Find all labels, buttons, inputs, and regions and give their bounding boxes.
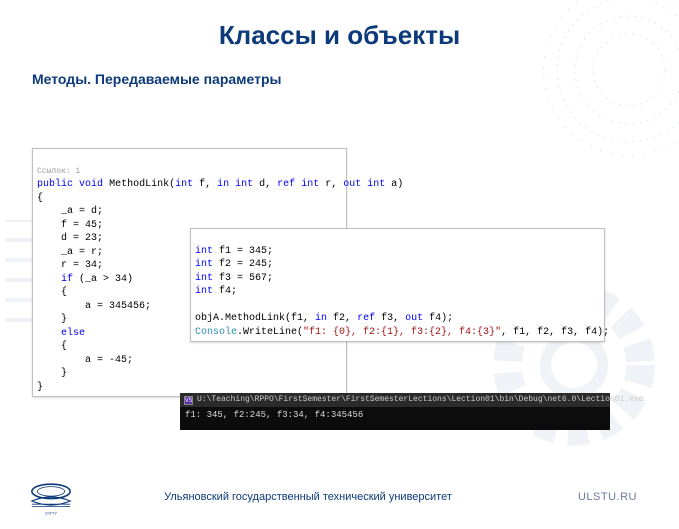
code-snippet-caller: int f1 = 345; int f2 = 245; int f3 = 567…: [190, 228, 605, 342]
references-label: Ссылок: 1: [37, 167, 80, 176]
footer: УлГТУ Ульяновский государственный технич…: [0, 477, 679, 517]
console-output: f1: 345, f2:245, f3:34, f4:345456: [180, 407, 610, 430]
svg-text:УлГТУ: УлГТУ: [45, 511, 57, 516]
console-window: VS U:\Teaching\RPPO\FirstSemester\FirstS…: [180, 393, 610, 430]
vs-icon: VS: [184, 396, 193, 405]
university-name: Ульяновский государственный технический …: [38, 491, 578, 503]
console-titlebar: VS U:\Teaching\RPPO\FirstSemester\FirstS…: [180, 393, 610, 407]
console-path: U:\Teaching\RPPO\FirstSemester\FirstSeme…: [197, 395, 643, 405]
university-site: ULSTU.RU: [578, 491, 637, 503]
decorative-dots: [539, 0, 679, 160]
